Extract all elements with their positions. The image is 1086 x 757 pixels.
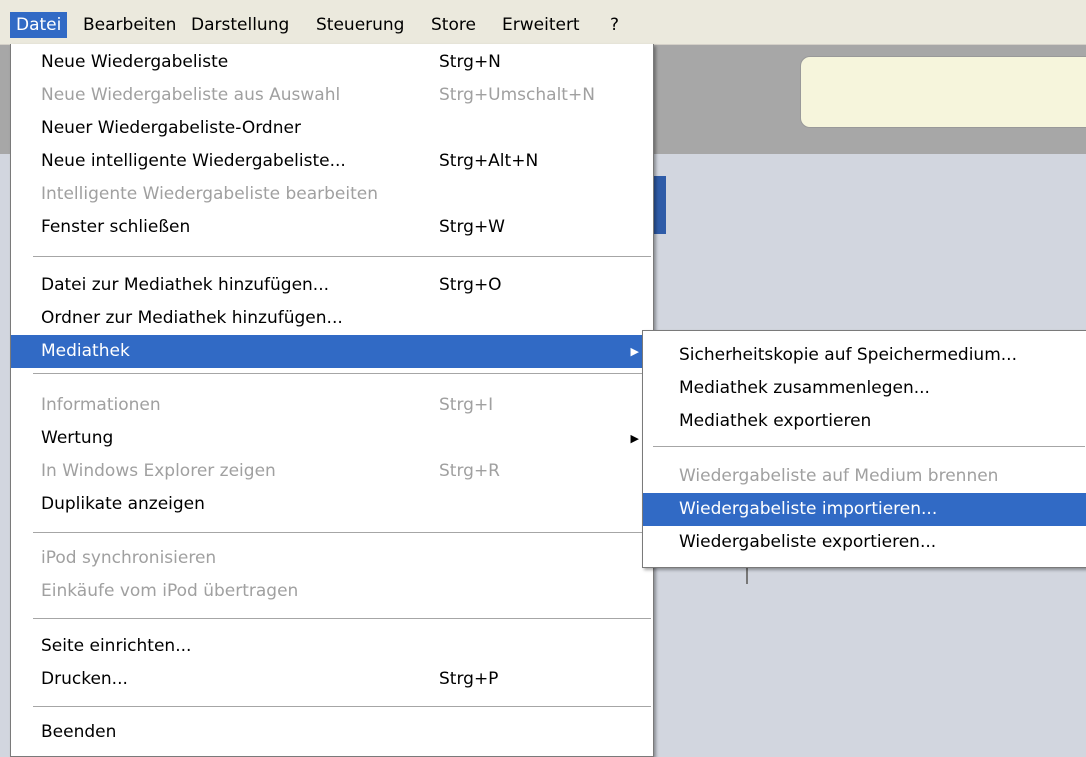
menu-item-label: Drucken... <box>41 669 128 689</box>
menu-darstellung[interactable]: Darstellung <box>185 12 295 38</box>
menu-steuerung[interactable]: Steuerung <box>310 12 410 38</box>
menu-item-label: Intelligente Wiedergabeliste bearbeiten <box>41 184 379 204</box>
menu-item-label: Informationen <box>41 395 161 415</box>
mediathek-submenu: Sicherheitskopie auf Speichermedium... M… <box>642 330 1086 568</box>
menu-bar: Datei Bearbeiten Darstellung Steuerung S… <box>0 0 1086 45</box>
menu-item-shortcut: Strg+N <box>439 52 501 72</box>
menu-item-label: Datei zur Mediathek hinzufügen... <box>41 275 330 295</box>
menu-item-label: Wiedergabeliste auf Medium brennen <box>679 466 999 486</box>
menu-item-new-playlist[interactable]: Neue Wiedergabeliste Strg+N <box>11 46 653 79</box>
menu-item-label: Neue intelligente Wiedergabeliste... <box>41 151 346 171</box>
menu-separator <box>653 446 1085 448</box>
submenu-arrow-icon: ▶ <box>630 432 639 445</box>
menu-item-shortcut: Strg+Umschalt+N <box>439 85 595 105</box>
menu-separator <box>33 706 651 708</box>
file-menu: Neue Wiedergabeliste Strg+N Neue Wiederg… <box>10 44 654 757</box>
menu-item-label: Sicherheitskopie auf Speichermedium... <box>679 345 1017 365</box>
menu-separator <box>33 532 651 534</box>
submenu-arrow-icon: ▶ <box>630 345 639 358</box>
menu-help[interactable]: ? <box>604 12 625 38</box>
menu-item-new-playlist-from-selection[interactable]: Neue Wiedergabeliste aus Auswahl Strg+Um… <box>11 79 653 112</box>
menu-item-edit-smart-playlist[interactable]: Intelligente Wiedergabeliste bearbeiten <box>11 178 653 211</box>
menu-item-add-folder[interactable]: Ordner zur Mediathek hinzufügen... <box>11 302 653 335</box>
menu-item-label: Mediathek zusammenlegen... <box>679 378 930 398</box>
menu-item-informationen[interactable]: Informationen Strg+I <box>11 389 653 422</box>
menu-item-label: Ordner zur Mediathek hinzufügen... <box>41 308 343 328</box>
menu-item-label: Wertung <box>41 428 114 448</box>
menu-item-wertung[interactable]: Wertung ▶ <box>11 422 653 455</box>
submenu-item-export-playlist[interactable]: Wiedergabeliste exportieren... <box>643 526 1086 559</box>
menu-item-label: Seite einrichten... <box>41 636 192 656</box>
menu-item-page-setup[interactable]: Seite einrichten... <box>11 630 653 663</box>
menu-item-close-window[interactable]: Fenster schließen Strg+W <box>11 211 653 244</box>
menu-item-new-smart-playlist[interactable]: Neue intelligente Wiedergabeliste... Str… <box>11 145 653 178</box>
submenu-item-import-playlist[interactable]: Wiedergabeliste importieren... <box>643 493 1086 526</box>
menu-item-shortcut: Strg+P <box>439 669 499 689</box>
menu-item-label: Fenster schließen <box>41 217 191 237</box>
menu-item-label: Wiedergabeliste exportieren... <box>679 532 937 552</box>
sidebar-edge <box>652 176 666 234</box>
menu-item-transfer-purchases[interactable]: Einkäufe vom iPod übertragen <box>11 575 653 608</box>
submenu-item-consolidate[interactable]: Mediathek zusammenlegen... <box>643 372 1086 405</box>
menu-store[interactable]: Store <box>425 12 482 38</box>
menu-item-show-in-explorer[interactable]: In Windows Explorer zeigen Strg+R <box>11 455 653 488</box>
menu-item-label: Neuer Wiedergabeliste-Ordner <box>41 118 301 138</box>
menu-item-add-file[interactable]: Datei zur Mediathek hinzufügen... Strg+O <box>11 269 653 302</box>
menu-item-shortcut: Strg+Alt+N <box>439 151 539 171</box>
menu-item-label: Duplikate anzeigen <box>41 494 205 514</box>
menu-datei[interactable]: Datei <box>10 12 68 38</box>
menu-item-shortcut: Strg+W <box>439 217 505 237</box>
menu-item-ipod-sync[interactable]: iPod synchronisieren <box>11 542 653 575</box>
menu-item-label: Wiedergabeliste importieren... <box>679 499 938 519</box>
menu-separator <box>33 256 651 258</box>
menu-item-mediathek[interactable]: Mediathek ▶ <box>11 335 653 368</box>
menu-separator <box>33 618 651 620</box>
menu-item-label: In Windows Explorer zeigen <box>41 461 276 481</box>
menu-item-label: Neue Wiedergabeliste <box>41 52 229 72</box>
submenu-item-export-library[interactable]: Mediathek exportieren <box>643 405 1086 438</box>
menu-bearbeiten[interactable]: Bearbeiten <box>77 12 182 38</box>
menu-item-new-playlist-folder[interactable]: Neuer Wiedergabeliste-Ordner <box>11 112 653 145</box>
menu-item-shortcut: Strg+O <box>439 275 502 295</box>
menu-item-print[interactable]: Drucken... Strg+P <box>11 663 653 696</box>
status-display <box>800 56 1086 128</box>
submenu-item-burn-playlist[interactable]: Wiedergabeliste auf Medium brennen <box>643 460 1086 493</box>
menu-item-label: Einkäufe vom iPod übertragen <box>41 581 299 601</box>
menu-item-show-duplicates[interactable]: Duplikate anzeigen <box>11 488 653 521</box>
menu-item-label: Neue Wiedergabeliste aus Auswahl <box>41 85 341 105</box>
menu-item-label: Mediathek exportieren <box>679 411 872 431</box>
menu-item-label: Mediathek <box>41 341 130 361</box>
menu-item-shortcut: Strg+I <box>439 395 494 415</box>
menu-item-shortcut: Strg+R <box>439 461 500 481</box>
menu-item-label: Beenden <box>41 722 117 742</box>
menu-item-quit[interactable]: Beenden <box>11 716 653 749</box>
menu-erweitert[interactable]: Erweitert <box>496 12 586 38</box>
menu-separator <box>33 373 651 375</box>
submenu-item-backup[interactable]: Sicherheitskopie auf Speichermedium... <box>643 339 1086 372</box>
menu-item-label: iPod synchronisieren <box>41 548 217 568</box>
